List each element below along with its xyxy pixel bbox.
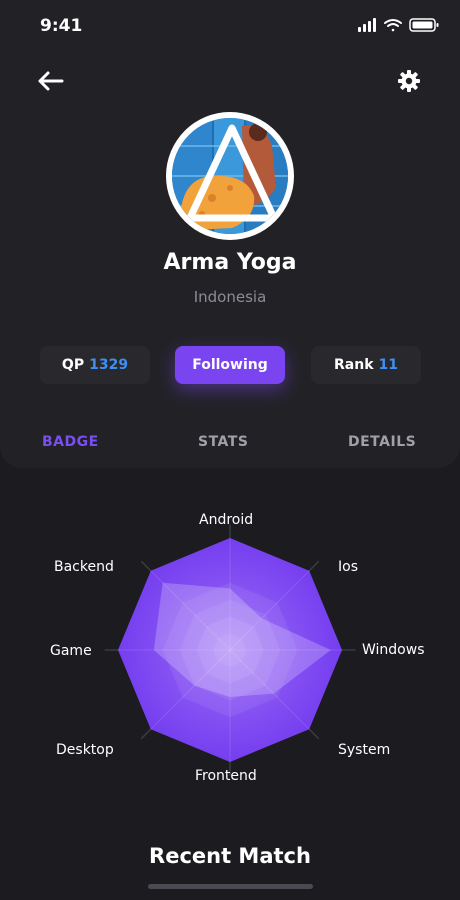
radar-label-game: Game	[50, 643, 92, 659]
arrow-left-icon	[38, 71, 64, 91]
profile-name: Arma Yoga	[163, 250, 297, 275]
radar-label-backend: Backend	[54, 559, 114, 575]
rank-value: 11	[378, 357, 398, 373]
radar-label-android: Android	[199, 512, 254, 528]
status-time: 9:41	[40, 16, 83, 36]
home-indicator[interactable]	[148, 884, 313, 889]
wifi-icon	[384, 19, 402, 32]
qp-label: QP	[61, 357, 85, 373]
rank-label: Rank	[334, 357, 374, 373]
radar-label-windows: Windows	[362, 642, 425, 658]
gear-icon	[398, 70, 420, 92]
profile-country: Indonesia	[193, 288, 267, 306]
back-button[interactable]	[34, 65, 66, 97]
tab-stats[interactable]: STATS	[198, 434, 248, 450]
tab-badge[interactable]: BADGE	[42, 434, 99, 450]
settings-button[interactable]	[393, 65, 425, 97]
avatar[interactable]	[166, 112, 294, 240]
avatar-image	[172, 118, 288, 234]
radar-label-frontend: Frontend	[195, 768, 257, 784]
following-button[interactable]: Following	[175, 346, 285, 384]
skill-radar-chart: Android Ios Windows System Frontend Desk…	[0, 500, 460, 800]
tab-details[interactable]: DETAILS	[348, 434, 416, 450]
rank-stat[interactable]: Rank 11	[311, 346, 421, 384]
qp-value: 1329	[89, 357, 129, 373]
recent-match-heading: Recent Match	[149, 844, 311, 868]
signal-icon	[358, 18, 376, 32]
radar-label-system: System	[338, 742, 391, 758]
status-bar: 9:41	[0, 0, 460, 50]
status-icons	[358, 18, 439, 32]
qp-stat[interactable]: QP 1329	[40, 346, 150, 384]
battery-icon	[409, 18, 439, 32]
radar-label-ios: Ios	[338, 559, 358, 575]
radar-label-desktop: Desktop	[56, 742, 114, 758]
